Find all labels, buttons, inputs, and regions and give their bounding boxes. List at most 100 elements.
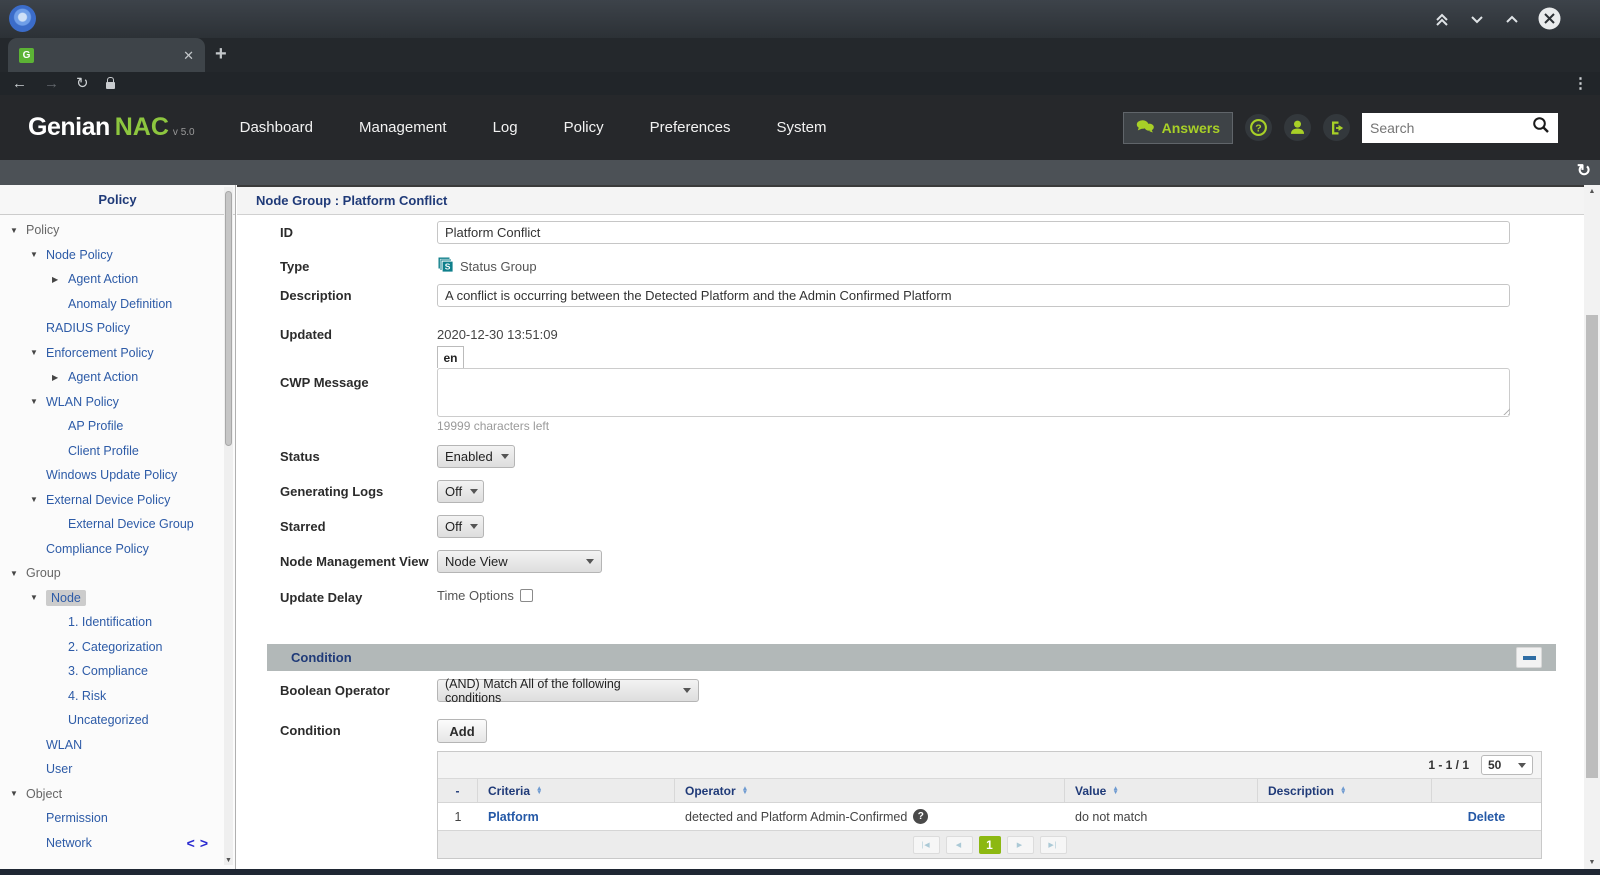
generating-logs-select[interactable]: Off [437,480,484,503]
browser-tab[interactable]: G ✕ [8,38,205,72]
sidebar-item-policy[interactable]: Policy [0,218,222,243]
sidebar-scrollbar-thumb[interactable] [225,191,232,446]
search-icon[interactable] [1532,116,1550,139]
cwp-message-textarea[interactable] [437,368,1510,417]
sidebar-scrollbar[interactable]: ▼ [224,187,233,865]
search-input[interactable] [1370,120,1532,136]
sidebar-item-object[interactable]: Object [0,782,222,807]
sidebar-item-anomaly-definition[interactable]: Anomaly Definition [0,292,222,317]
sidebar-item-external-device-policy[interactable]: External Device Policy [0,488,222,513]
sort-icon[interactable] [1340,787,1346,795]
delete-link[interactable]: Delete [1468,810,1506,824]
sidebar-item-windows-update-policy[interactable]: Windows Update Policy [0,463,222,488]
time-options-checkbox[interactable] [520,589,533,602]
sidebar-item-external-device-group[interactable]: External Device Group [0,512,222,537]
sort-icon[interactable] [742,787,748,795]
sidebar-item-enforcement-policy[interactable]: Enforcement Policy [0,341,222,366]
node-management-view-select[interactable]: Node View [437,550,602,573]
sidebar-item-wlan-policy[interactable]: WLAN Policy [0,390,222,415]
sidebar-item-user[interactable]: User [0,757,222,782]
sidebar-item-identification[interactable]: 1. Identification [0,610,222,635]
column-description[interactable]: Description [1258,779,1432,802]
status-select[interactable]: Enabled [437,445,515,468]
sort-icon[interactable] [536,787,542,795]
panel-expand-icon[interactable] [200,835,208,851]
column-operator[interactable]: Operator [675,779,1065,802]
collapse-arrow-icon[interactable] [30,495,46,504]
collapse-arrow-icon[interactable] [30,348,46,357]
previous-page-icon[interactable] [946,836,973,854]
scroll-down-icon[interactable]: ▼ [224,857,233,864]
minimize-window-icon[interactable] [1467,9,1487,29]
sidebar-item-client-profile[interactable]: Client Profile [0,439,222,464]
sidebar-item-compliance-policy[interactable]: Compliance Policy [0,537,222,562]
scroll-down-icon[interactable]: ▼ [1584,859,1600,866]
sidebar-item-network[interactable]: Network [0,831,222,856]
back-icon[interactable]: ← [12,76,27,91]
sidebar-item-uncategorized[interactable]: Uncategorized [0,708,222,733]
nav-dashboard[interactable]: Dashboard [240,119,313,136]
column-criteria[interactable]: Criteria [478,779,675,802]
forward-icon[interactable]: → [44,76,59,91]
main-scrollbar[interactable]: ▲ ▼ [1584,185,1600,869]
nav-log[interactable]: Log [493,119,518,136]
starred-select[interactable]: Off [437,515,484,538]
sidebar-item-categorization[interactable]: 2. Categorization [0,635,222,660]
expand-arrow-icon[interactable] [52,373,68,382]
page-size-select[interactable]: 50 [1481,755,1533,775]
collapse-arrow-icon[interactable] [10,569,26,578]
scroll-up-icon[interactable]: ▲ [1584,188,1600,195]
logout-icon[interactable] [1323,114,1350,141]
expand-arrow-icon[interactable] [52,275,68,284]
window-bottom-edge [0,869,1600,875]
nav-policy[interactable]: Policy [564,119,604,136]
maximize-window-icon[interactable] [1502,9,1522,29]
boolean-operator-select[interactable]: (AND) Match All of the following conditi… [437,679,699,702]
last-page-icon[interactable] [1040,836,1067,854]
collapse-arrow-icon[interactable] [10,226,26,235]
nav-management[interactable]: Management [359,119,447,136]
add-condition-button[interactable]: Add [437,719,487,743]
sidebar-item-risk[interactable]: 4. Risk [0,684,222,709]
main-scrollbar-thumb[interactable] [1586,315,1598,778]
close-window-icon[interactable] [1537,6,1562,31]
lock-icon[interactable] [106,82,115,89]
panel-collapse-icon[interactable] [187,835,195,851]
sidebar-item-radius-policy[interactable]: RADIUS Policy [0,316,222,341]
sidebar-item-ap-profile[interactable]: AP Profile [0,414,222,439]
first-page-icon[interactable] [913,836,940,854]
answers-button[interactable]: Answers [1123,112,1233,144]
help-circle-icon[interactable] [913,809,928,824]
tab-close-icon[interactable]: ✕ [183,49,194,62]
sort-icon[interactable] [1112,787,1118,795]
description-input[interactable] [437,284,1510,307]
user-icon[interactable] [1284,114,1311,141]
browser-menu-icon[interactable]: ⋮ [1573,74,1588,92]
next-page-icon[interactable] [1007,836,1034,854]
collapse-arrow-icon[interactable] [30,593,46,602]
collapse-arrow-icon[interactable] [10,789,26,798]
sidebar-item-agent-action-2[interactable]: Agent Action [0,365,222,390]
sidebar-item-agent-action-1[interactable]: Agent Action [0,267,222,292]
sidebar-item-wlan[interactable]: WLAN [0,733,222,758]
collapse-section-button[interactable] [1516,647,1542,668]
shade-window-icon[interactable] [1432,9,1452,29]
sidebar-item-compliance[interactable]: 3. Compliance [0,659,222,684]
sidebar-item-node-policy[interactable]: Node Policy [0,243,222,268]
help-icon[interactable]: ? [1245,114,1272,141]
collapse-arrow-icon[interactable] [30,397,46,406]
sidebar-item-permission[interactable]: Permission [0,806,222,831]
nav-system[interactable]: System [776,119,826,136]
sidebar-item-group[interactable]: Group [0,561,222,586]
criteria-link[interactable]: Platform [488,810,539,824]
cwp-language-tab[interactable]: en [437,346,464,368]
reload-icon[interactable]: ↻ [76,76,89,91]
current-page-button[interactable]: 1 [979,836,1001,854]
nav-preferences[interactable]: Preferences [650,119,731,136]
collapse-arrow-icon[interactable] [30,250,46,259]
sidebar-item-node[interactable]: Node [0,586,222,611]
refresh-icon[interactable]: ↻ [1577,161,1591,181]
column-value[interactable]: Value [1065,779,1258,802]
new-tab-icon[interactable]: + [215,43,227,66]
id-input[interactable] [437,221,1510,244]
